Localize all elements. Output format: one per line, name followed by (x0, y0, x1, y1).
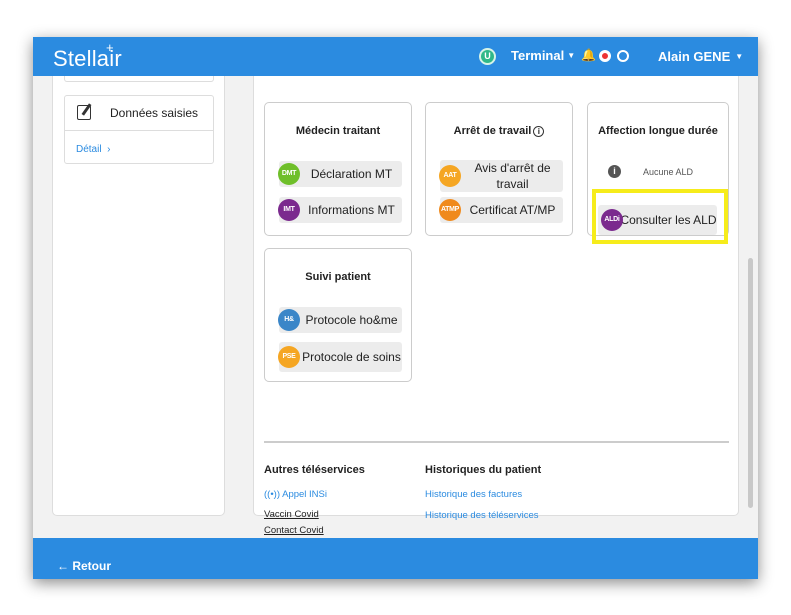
home-badge-icon: H& (278, 309, 300, 331)
atmp-badge-icon: ATMP (439, 199, 461, 221)
card-title: Arrêt de travail (453, 125, 532, 137)
suivi-patient-card: Suivi patient Protocole ho&me H& Protoco… (264, 248, 412, 382)
button-label: Déclaration MT (310, 167, 393, 181)
terminal-label: Terminal (511, 48, 565, 63)
detail-link-label: Détail (76, 144, 102, 155)
info-icon: i (608, 165, 621, 178)
pse-badge-icon: PSE (278, 346, 300, 368)
vaccin-covid-link[interactable]: Vaccin Covid (264, 509, 319, 520)
card-title: Affection longue durée (598, 125, 718, 137)
button-label: Certificat AT/MP (469, 203, 556, 217)
info-icon[interactable]: i (533, 126, 545, 137)
caret-down-icon: ▼ (567, 51, 576, 60)
shield-icon[interactable]: U (479, 48, 496, 65)
card-title: Suivi patient (305, 271, 371, 283)
dmt-badge-icon: DMT (278, 163, 300, 185)
previous-card-stub (64, 76, 214, 82)
arret-travail-card: Arrêt de travail i Avis d'arrêt de travai… (425, 102, 573, 236)
divider (264, 441, 729, 443)
aat-badge-icon: AAT (439, 165, 461, 187)
logo-star-icon: + (106, 40, 114, 55)
main-panel: Médecin traitant Déclaration MT DMT Info… (253, 76, 739, 536)
caret-down-icon: ▼ (735, 52, 744, 61)
link-label: Appel INSi (282, 489, 327, 500)
terminal-dropdown[interactable]: Terminal ▼ (511, 48, 575, 63)
user-circle-icon[interactable] (617, 50, 629, 62)
detail-link[interactable]: Détail › (76, 144, 110, 155)
historique-factures-link[interactable]: Historique des factures (425, 489, 522, 500)
card-header: Données saisies (65, 96, 213, 131)
card-title: Données saisies (110, 106, 199, 120)
imt-badge-icon: IMT (278, 199, 300, 221)
card-title-row: Arrêt de travail i (426, 125, 572, 137)
bottom-bar: ← Retour (33, 538, 758, 579)
user-menu[interactable]: Alain GENE ▼ (658, 49, 743, 64)
scrollbar-thumb[interactable] (748, 258, 753, 508)
button-label: Protocole de soins (302, 350, 401, 364)
left-panel: Données saisies Détail › (52, 76, 225, 516)
lifebuoy-icon[interactable] (599, 50, 611, 62)
user-name-label: Alain GENE (658, 49, 731, 64)
ald-info-text: Aucune ALD connue (642, 167, 694, 177)
chevron-right-icon: › (107, 144, 111, 155)
historique-teleservices-link[interactable]: Historique des téléservices (425, 510, 539, 521)
card-title: Médecin traitant (295, 125, 381, 137)
autres-teleservices-title: Autres téléservices (264, 464, 365, 476)
app-window: Stellair + U Terminal ▼ 🔔 Alain GENE ▼ Don… (33, 37, 758, 579)
edit-icon (77, 105, 91, 120)
signal-icon: ((•)) (264, 489, 280, 500)
scrollbar[interactable] (746, 76, 754, 516)
contact-covid-link[interactable]: Contact Covid (264, 525, 324, 536)
top-bar: Stellair + U Terminal ▼ 🔔 Alain GENE ▼ (33, 37, 758, 76)
donnees-saisies-card: Données saisies Détail › (64, 95, 214, 164)
highlight-box (592, 189, 728, 244)
button-label: Protocole ho&me (305, 313, 398, 327)
retour-button[interactable]: ← Retour (57, 559, 111, 573)
button-label: Informations MT (308, 203, 395, 217)
appel-insi-link[interactable]: ((•)) Appel INSi (264, 489, 327, 500)
bell-icon[interactable]: 🔔 (581, 48, 596, 62)
medecin-traitant-card: Médecin traitant Déclaration MT DMT Info… (264, 102, 412, 236)
button-label: Avis d'arrêt de travail (474, 161, 551, 191)
historiques-title: Historiques du patient (425, 464, 542, 476)
